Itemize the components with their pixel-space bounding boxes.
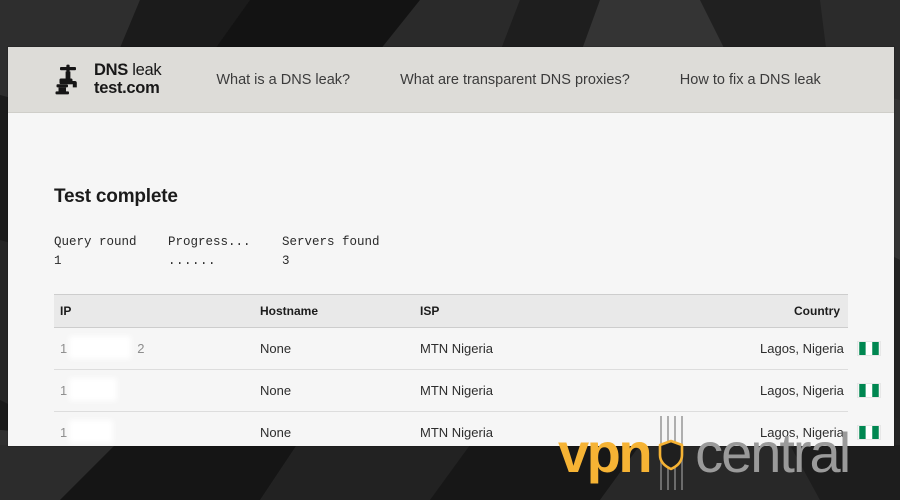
redaction-overlay [69, 419, 113, 443]
ip-suffix: 2 [137, 340, 145, 356]
brand-line1-bold: DNS [94, 60, 128, 79]
table-row: 1 None MTN Nigeria Lagos, Nigeria [54, 411, 882, 446]
cell-ip: 1 2 [54, 327, 254, 370]
ip-prefix: 1 [60, 424, 68, 440]
dns-servers-table: IP Hostname ISP Country 1 2 None MTN Nig [54, 293, 882, 446]
redacted-ip-address: 1 2 [60, 335, 145, 359]
status-progress-value: ...... [168, 254, 217, 269]
cell-hostname: None [254, 327, 414, 370]
brand-line2: test.com [94, 78, 160, 97]
country-label: Lagos, Nigeria [760, 340, 844, 356]
brand-wordmark: DNS leak test.com [94, 60, 162, 98]
cell-ip: 1 [54, 369, 254, 412]
cell-country: Lagos, Nigeria [754, 369, 882, 412]
nav-item-transparent-dns-proxies[interactable]: What are transparent DNS proxies? [375, 66, 655, 94]
nav-item-what-is-a-dns-leak[interactable]: What is a DNS leak? [191, 66, 375, 94]
nigeria-flag-icon [857, 424, 882, 440]
site-header: DNS leak test.com What is a DNS leak? Wh… [8, 47, 894, 113]
ip-prefix: 1 [60, 340, 68, 356]
status-servers-found: Servers found 3 [282, 233, 396, 272]
page-title: Test complete [54, 186, 178, 207]
status-servers-found-value: 3 [282, 254, 291, 269]
cell-country: Lagos, Nigeria [754, 411, 882, 446]
column-header-ip: IP [54, 293, 254, 328]
cell-country: Lagos, Nigeria [754, 327, 882, 370]
table-row: 1 2 None MTN Nigeria Lagos, Nigeria [54, 327, 882, 370]
column-header-hostname: Hostname [254, 293, 414, 328]
ip-prefix: 1 [60, 382, 68, 398]
cell-ip: 1 [54, 411, 254, 446]
cell-isp: MTN Nigeria [414, 369, 754, 412]
redaction-overlay [69, 377, 117, 401]
status-progress: Progress... ...... [168, 233, 282, 272]
status-query-round: Query round 1 [54, 233, 168, 272]
nigeria-flag-icon [857, 382, 882, 398]
faucet-tap-icon [55, 64, 77, 94]
table-header-row: IP Hostname ISP Country [54, 293, 848, 328]
cell-hostname: None [254, 411, 414, 446]
brand-line1-regular: leak [132, 60, 162, 79]
column-header-isp: ISP [414, 293, 754, 328]
status-query-round-value: 1 [54, 254, 63, 269]
browser-page-panel: DNS leak test.com What is a DNS leak? Wh… [8, 47, 894, 446]
table-header: IP Hostname ISP Country [54, 293, 848, 328]
status-query-round-label: Query round [54, 235, 137, 249]
cell-isp: MTN Nigeria [414, 327, 754, 370]
nav-item-how-to-fix-a-dns-leak[interactable]: How to fix a DNS leak [655, 66, 846, 94]
nigeria-flag-icon [857, 340, 882, 356]
country-label: Lagos, Nigeria [760, 382, 844, 398]
redaction-overlay [69, 335, 131, 359]
cell-isp: MTN Nigeria [414, 411, 754, 446]
brand-logo-link[interactable]: DNS leak test.com [51, 60, 162, 98]
redacted-ip-address: 1 [60, 377, 137, 401]
country-label: Lagos, Nigeria [760, 424, 844, 440]
test-status-strip: Query round 1 Progress... ...... Servers… [54, 233, 848, 272]
table-row: 1 None MTN Nigeria Lagos, Nigeria [54, 369, 882, 412]
table-body: 1 2 None MTN Nigeria Lagos, Nigeria 1 No… [54, 327, 882, 446]
column-header-country: Country [754, 293, 848, 328]
redacted-ip-address: 1 [60, 419, 137, 443]
status-progress-label: Progress... [168, 235, 251, 249]
cell-hostname: None [254, 369, 414, 412]
status-servers-found-label: Servers found [282, 235, 380, 249]
main-navigation: What is a DNS leak? What are transparent… [191, 66, 846, 94]
page-content: Test complete Query round 1 Progress... … [8, 113, 894, 446]
